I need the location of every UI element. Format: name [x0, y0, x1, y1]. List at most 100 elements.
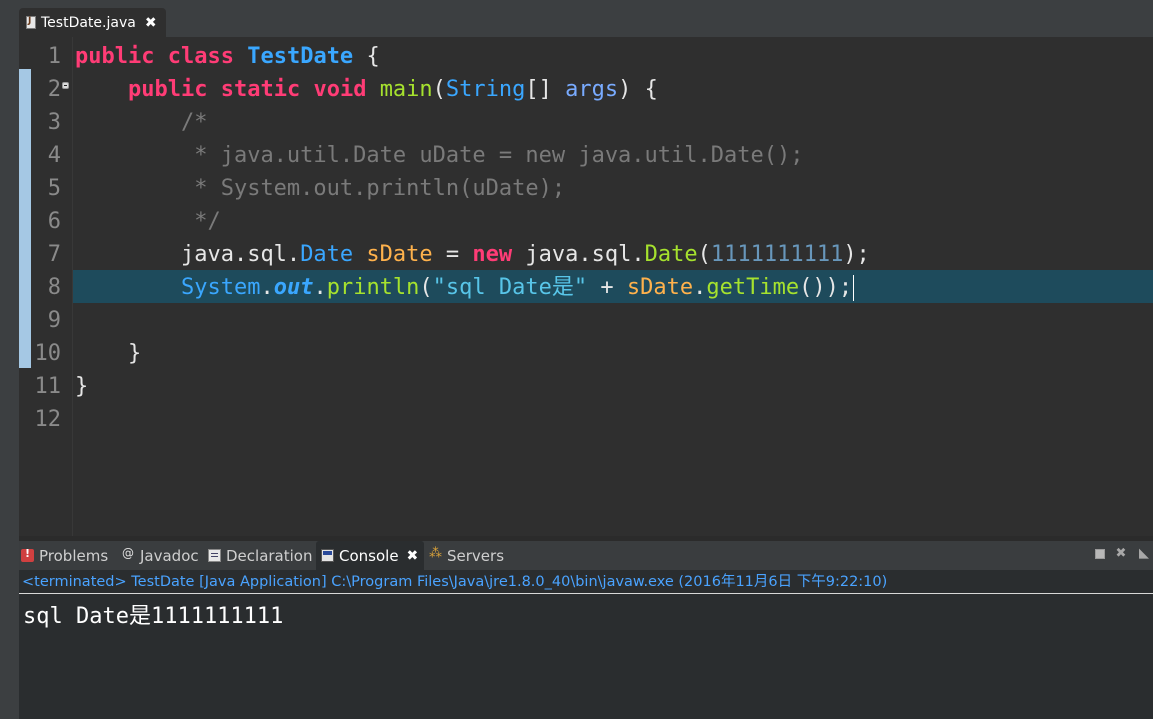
token-class-name: System — [180, 275, 261, 300]
console-output-text: sql Date是1111111111 — [23, 604, 284, 629]
console-process-info: <terminated> TestDate [Java Application]… — [19, 570, 1153, 594]
token-keyword: public — [127, 77, 208, 102]
token-method: main — [379, 77, 433, 102]
code-line-4: * java.util.Date uDate = new java.util.D… — [75, 139, 870, 172]
quick-diff-bar — [19, 69, 31, 368]
tab-javadoc-label: Javadoc — [140, 546, 199, 565]
token-comment: */ — [180, 209, 221, 234]
code-line-7: java.sql.Date sDate = new java.sql.Date(… — [75, 238, 870, 271]
token-punct: ); — [843, 242, 870, 267]
editor-tab-testdate[interactable]: TestDate.java ✖ — [19, 8, 166, 37]
text-caret — [853, 275, 855, 301]
token-string: "sql Date是" — [432, 275, 588, 300]
collapse-fold-icon[interactable] — [62, 82, 69, 89]
line-number: 11 — [34, 374, 62, 399]
token-class-name: TestDate — [247, 44, 354, 69]
token-comment: * java.util.Date uDate = new java.util.D… — [180, 143, 804, 168]
line-number: 2 — [47, 77, 61, 102]
code-line-1: public class TestDate { — [75, 40, 870, 73]
token-punct: . — [260, 275, 274, 300]
panel-left-margin — [0, 536, 19, 719]
console-output-area[interactable]: sql Date是1111111111 — [19, 594, 1153, 719]
tab-servers[interactable]: Servers — [429, 541, 504, 570]
maximize-icon[interactable]: ◣ — [1137, 547, 1151, 561]
line-number: 9 — [47, 308, 61, 333]
close-icon[interactable]: ✖ — [145, 15, 157, 31]
code-line-6: */ — [75, 205, 870, 238]
token-type: String — [445, 77, 526, 102]
token-number: 1111111111 — [710, 242, 844, 267]
token-operator: = — [445, 242, 460, 267]
token-method: Date — [644, 242, 698, 267]
token-punct: ) { — [618, 77, 658, 102]
token-punct: [] — [525, 77, 566, 102]
line-number: 8 — [47, 275, 61, 300]
token-package: java.sql. — [525, 242, 645, 267]
code-line-5: * System.out.println(uDate); — [75, 172, 870, 205]
close-icon[interactable]: ✖ — [1114, 547, 1128, 561]
servers-icon — [429, 546, 442, 562]
view-controls: ✖ ◣ — [1086, 544, 1153, 564]
close-icon[interactable]: ✖ — [407, 548, 419, 564]
javadoc-icon — [122, 546, 135, 562]
declaration-icon — [208, 549, 221, 562]
token-package: java.sql. — [180, 242, 301, 267]
token-keyword: static — [220, 77, 301, 102]
token-keyword: new — [472, 242, 513, 267]
line-number: 12 — [34, 407, 62, 432]
code-editor[interactable]: 1 2 3 4 5 6 7 8 9 10 11 12 public class … — [0, 37, 1153, 536]
console-icon — [321, 549, 334, 562]
code-line-8: System.out.println("sql Date是" + sDate.g… — [75, 271, 870, 304]
token-method: println — [326, 275, 420, 300]
tab-problems[interactable]: Problems — [21, 541, 108, 570]
eclipse-window: TestDate.java ✖ 1 2 3 4 5 6 7 8 9 10 11 … — [0, 0, 1153, 719]
token-punct: ()); — [799, 275, 853, 300]
java-file-icon — [26, 16, 36, 29]
tab-javadoc[interactable]: Javadoc — [122, 541, 199, 570]
line-number: 3 — [47, 110, 61, 135]
token-method: getTime — [706, 275, 800, 300]
editor-tab-label: TestDate.java — [41, 14, 136, 31]
code-line-2: public static void main(String[] args) { — [75, 73, 870, 106]
token-operator: + — [600, 275, 614, 300]
token-local-variable: sDate — [626, 275, 694, 300]
line-number: 6 — [47, 209, 61, 234]
line-number: 10 — [34, 341, 62, 366]
token-punct: ( — [432, 77, 446, 102]
token-comment: * System.out.println(uDate); — [180, 176, 566, 201]
minimize-icon[interactable] — [1095, 549, 1105, 559]
editor-tab-bar: TestDate.java ✖ — [0, 0, 1153, 37]
token-parameter: args — [565, 77, 619, 102]
token-punct: ( — [419, 275, 433, 300]
token-keyword: public — [75, 44, 155, 69]
editor-left-margin — [0, 37, 19, 536]
code-line-3: /* — [75, 106, 870, 139]
code-line-11: } — [75, 370, 870, 403]
token-brace: { — [366, 44, 380, 69]
line-numbers: 1 2 3 4 5 6 7 8 9 10 11 12 — [31, 40, 62, 436]
token-keyword: class — [167, 44, 234, 69]
code-text: public class TestDate { public static vo… — [75, 40, 870, 436]
tab-problems-label: Problems — [39, 546, 109, 565]
problems-icon — [21, 547, 34, 562]
view-tab-bar: Problems Javadoc Declaration Console ✖ S… — [19, 541, 1153, 570]
tab-console[interactable]: Console ✖ — [316, 541, 425, 570]
token-local-variable: sDate — [366, 242, 433, 267]
tab-declaration[interactable]: Declaration — [208, 541, 312, 570]
token-keyword: void — [313, 77, 367, 102]
code-line-10: } — [75, 337, 870, 370]
line-number: 1 — [47, 44, 61, 69]
token-punct: ( — [697, 242, 711, 267]
line-number: 7 — [47, 242, 61, 267]
token-type: Date — [300, 242, 354, 267]
tab-declaration-label: Declaration — [226, 546, 313, 565]
tab-servers-label: Servers — [447, 546, 505, 565]
line-number: 5 — [47, 176, 61, 201]
token-brace: } — [75, 374, 89, 399]
token-brace: } — [127, 341, 142, 366]
token-comment: /* — [180, 110, 208, 135]
token-punct: . — [313, 275, 327, 300]
tab-console-label: Console — [339, 546, 399, 565]
